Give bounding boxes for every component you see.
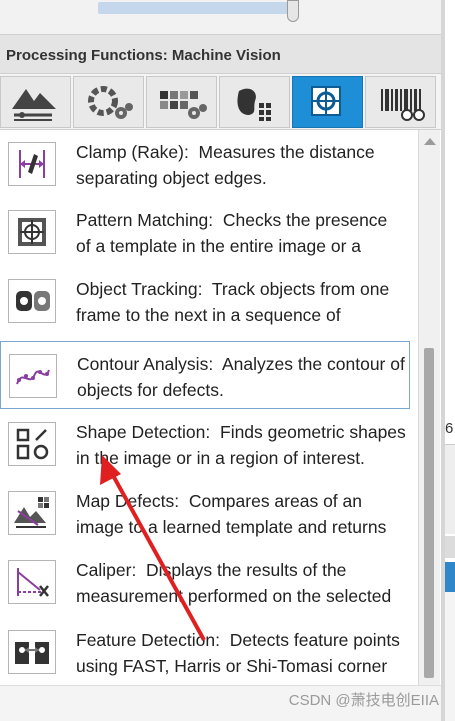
- list-item-clamp[interactable]: Clamp (Rake): Measures the distance sepa…: [0, 130, 410, 198]
- tab-color[interactable]: [73, 76, 144, 128]
- list-item-object-tracking[interactable]: Object Tracking: Track objects from one …: [0, 267, 410, 335]
- function-name: Map Defects:: [76, 491, 180, 511]
- tab-grid[interactable]: [146, 76, 217, 128]
- pattern-match-icon: [18, 218, 46, 246]
- pattern-match-icon-box: [8, 210, 56, 254]
- list-item-contour-analysis[interactable]: Contour Analysis: Analyzes the contour o…: [0, 341, 410, 409]
- adjacent-pane-number: 6: [445, 420, 454, 437]
- color-gears-icon: [87, 86, 133, 119]
- map-defects-icon-box: [8, 491, 56, 535]
- panel-title: Processing Functions: Machine Vision: [6, 47, 281, 64]
- object-tracking-icon-box: [8, 279, 56, 323]
- function-name: Shape Detection:: [76, 422, 211, 442]
- scrollbar-thumb[interactable]: [424, 348, 434, 678]
- adjacent-pane: 6: [445, 0, 455, 721]
- feature-detection-icon: [15, 642, 49, 664]
- grid-gears-icon: [159, 91, 207, 119]
- toolbar-strip: [0, 0, 441, 34]
- list-item-pattern-matching[interactable]: Pattern Matching: Checks the presence of…: [0, 198, 410, 266]
- list-item-caliper[interactable]: Caliper: Displays the results of the mea…: [0, 548, 410, 616]
- caliper-icon-box: [8, 560, 56, 604]
- contour-analysis-icon: [16, 369, 50, 385]
- panel-header: Processing Functions: Machine Vision: [0, 34, 441, 74]
- list-item-map-defects[interactable]: Map Defects: Compares areas of an image …: [0, 479, 410, 547]
- function-name: Caliper:: [76, 560, 137, 580]
- target-tool-icon: [310, 86, 341, 116]
- function-name: Object Tracking:: [76, 279, 203, 299]
- map-defects-icon: [14, 497, 49, 528]
- list-item-shape-detection[interactable]: Shape Detection: Finds geometric shapes …: [0, 410, 410, 478]
- terrain-tools-icon: [11, 89, 56, 121]
- tab-terrain[interactable]: [0, 76, 71, 128]
- function-list[interactable]: Clamp (Rake): Measures the distance sepa…: [0, 130, 418, 685]
- contour-analysis-icon-box: [9, 354, 57, 398]
- list-scrollbar[interactable]: [418, 130, 440, 685]
- clamp-icon-box: [8, 142, 56, 186]
- object-tracking-icon: [16, 291, 50, 311]
- tab-blob[interactable]: [219, 76, 290, 128]
- blob-grid-icon: [236, 88, 271, 121]
- watermark: CSDN @萧技电创EIIA: [288, 692, 439, 709]
- tab-barcode[interactable]: [365, 76, 436, 128]
- caliper-icon: [17, 568, 49, 597]
- list-item-feature-detection[interactable]: Feature Detection: Detects feature point…: [0, 618, 410, 685]
- tab-machine-vision[interactable]: [292, 76, 363, 128]
- function-name: Clamp (Rake):: [76, 142, 189, 162]
- barcode-glasses-icon: [380, 89, 425, 121]
- function-name: Feature Detection:: [76, 630, 220, 650]
- function-name: Contour Analysis:: [77, 354, 214, 374]
- category-tab-bar: [0, 74, 441, 130]
- shape-detection-icon-box: [8, 422, 56, 466]
- zoom-slider-thumb[interactable]: [287, 0, 299, 22]
- shape-detection-icon: [16, 428, 49, 460]
- adjacent-pane-selected-row[interactable]: [445, 562, 455, 592]
- zoom-slider-track[interactable]: [98, 2, 296, 14]
- clamp-icon: [19, 150, 45, 178]
- feature-detection-icon-box: [8, 630, 56, 674]
- scroll-up-arrow-icon[interactable]: [424, 138, 436, 145]
- function-name: Pattern Matching:: [76, 210, 214, 230]
